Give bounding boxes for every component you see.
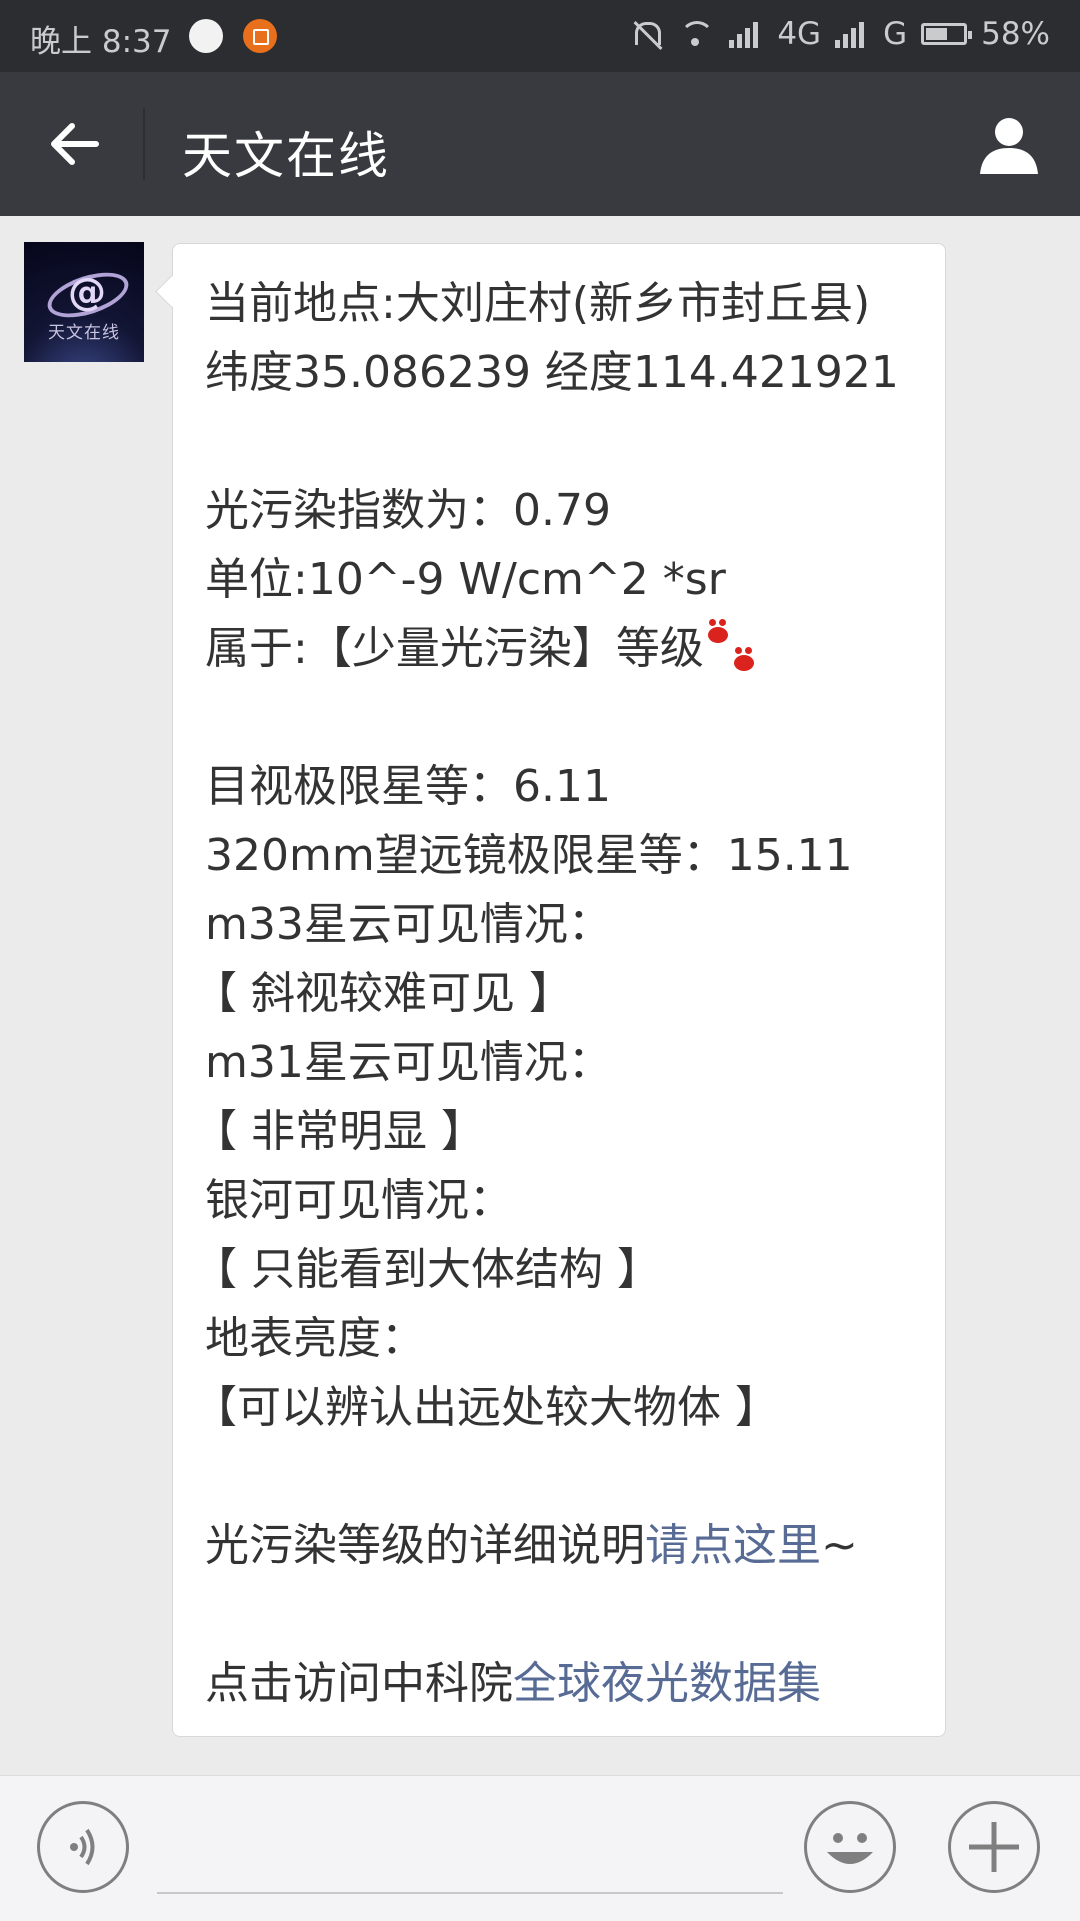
person-icon[interactable] bbox=[976, 112, 1042, 178]
signal-icon bbox=[729, 20, 763, 48]
visit-text: 点击访问中科院 bbox=[205, 1658, 513, 1709]
message-line: 【 非常明显 】 bbox=[193, 1106, 485, 1157]
message-line: 320mm望远镜极限星等：15.11 bbox=[205, 830, 853, 881]
detail-text: 光污染等级的详细说明 bbox=[205, 1520, 645, 1571]
voice-button[interactable] bbox=[37, 1801, 129, 1893]
message-line: 【 斜视较难可见 】 bbox=[193, 968, 573, 1019]
message-line: 纬度35.086239 经度114.421921 bbox=[205, 347, 899, 398]
title-bar: 天文在线 bbox=[0, 72, 1080, 216]
message-line: 单位:10^-9 W/cm^2 *sr bbox=[205, 554, 726, 605]
arrow-left-icon[interactable] bbox=[46, 116, 102, 172]
message-line: 光污染指数为：0.79 bbox=[205, 485, 611, 536]
message-line: 属于:【少量光污染】等级 bbox=[205, 614, 764, 683]
message-line: 地表亮度： bbox=[205, 1313, 425, 1364]
message-line: 【可以辨认出远处较大物体 】 bbox=[193, 1382, 779, 1433]
message-line: 当前地点:大刘庄村(新乡市封丘县) bbox=[205, 278, 871, 329]
message-input[interactable] bbox=[157, 1822, 783, 1894]
title-divider bbox=[143, 108, 145, 180]
plus-icon bbox=[969, 1822, 1019, 1872]
voice-icon bbox=[70, 1828, 95, 1866]
message-line: 银河可见情况： bbox=[205, 1175, 513, 1226]
network-label: 4G bbox=[777, 16, 822, 52]
detail-suffix: ~ bbox=[821, 1520, 858, 1571]
message-line: m31星云可见情况： bbox=[205, 1037, 612, 1088]
signal-icon bbox=[835, 20, 869, 48]
dataset-link[interactable]: 全球夜光数据集 bbox=[513, 1658, 821, 1709]
avatar-label: 天文在线 bbox=[48, 323, 120, 343]
mute-bell-icon bbox=[629, 18, 663, 50]
plus-button[interactable] bbox=[948, 1801, 1040, 1893]
detail-link[interactable]: 请点这里 bbox=[645, 1520, 821, 1571]
battery-icon bbox=[921, 23, 973, 45]
visit-line: 点击访问中科院全球夜光数据集 bbox=[205, 1649, 821, 1718]
message-line: 【 只能看到大体结构 】 bbox=[193, 1244, 661, 1295]
emoji-button[interactable] bbox=[804, 1801, 896, 1893]
avatar[interactable]: @ 天文在线 bbox=[24, 242, 144, 362]
message-line: m33星云可见情况： bbox=[205, 899, 612, 950]
app-notification-icon bbox=[243, 19, 277, 53]
network-label: G bbox=[883, 16, 908, 52]
notification-dot-icon bbox=[189, 19, 223, 53]
message-line: 目视极限星等：6.11 bbox=[205, 761, 611, 812]
status-bar: 晚上 8:37 4G G 58% bbox=[0, 0, 1080, 72]
message-bubble[interactable]: 当前地点:大刘庄村(新乡市封丘县) 纬度35.086239 经度114.4219… bbox=[172, 243, 946, 1737]
wifi-icon bbox=[677, 19, 715, 49]
message-line-text: 属于:【少量光污染】等级 bbox=[205, 623, 704, 674]
page-title: 天文在线 bbox=[182, 127, 390, 185]
detail-line: 光污染等级的详细说明请点这里~ bbox=[205, 1511, 858, 1580]
battery-percent: 58% bbox=[981, 16, 1050, 52]
paw-prints-icon bbox=[704, 619, 764, 681]
status-time: 晚上 8:37 bbox=[30, 24, 172, 60]
emoji-icon bbox=[827, 1833, 873, 1864]
input-bar bbox=[0, 1775, 1080, 1921]
